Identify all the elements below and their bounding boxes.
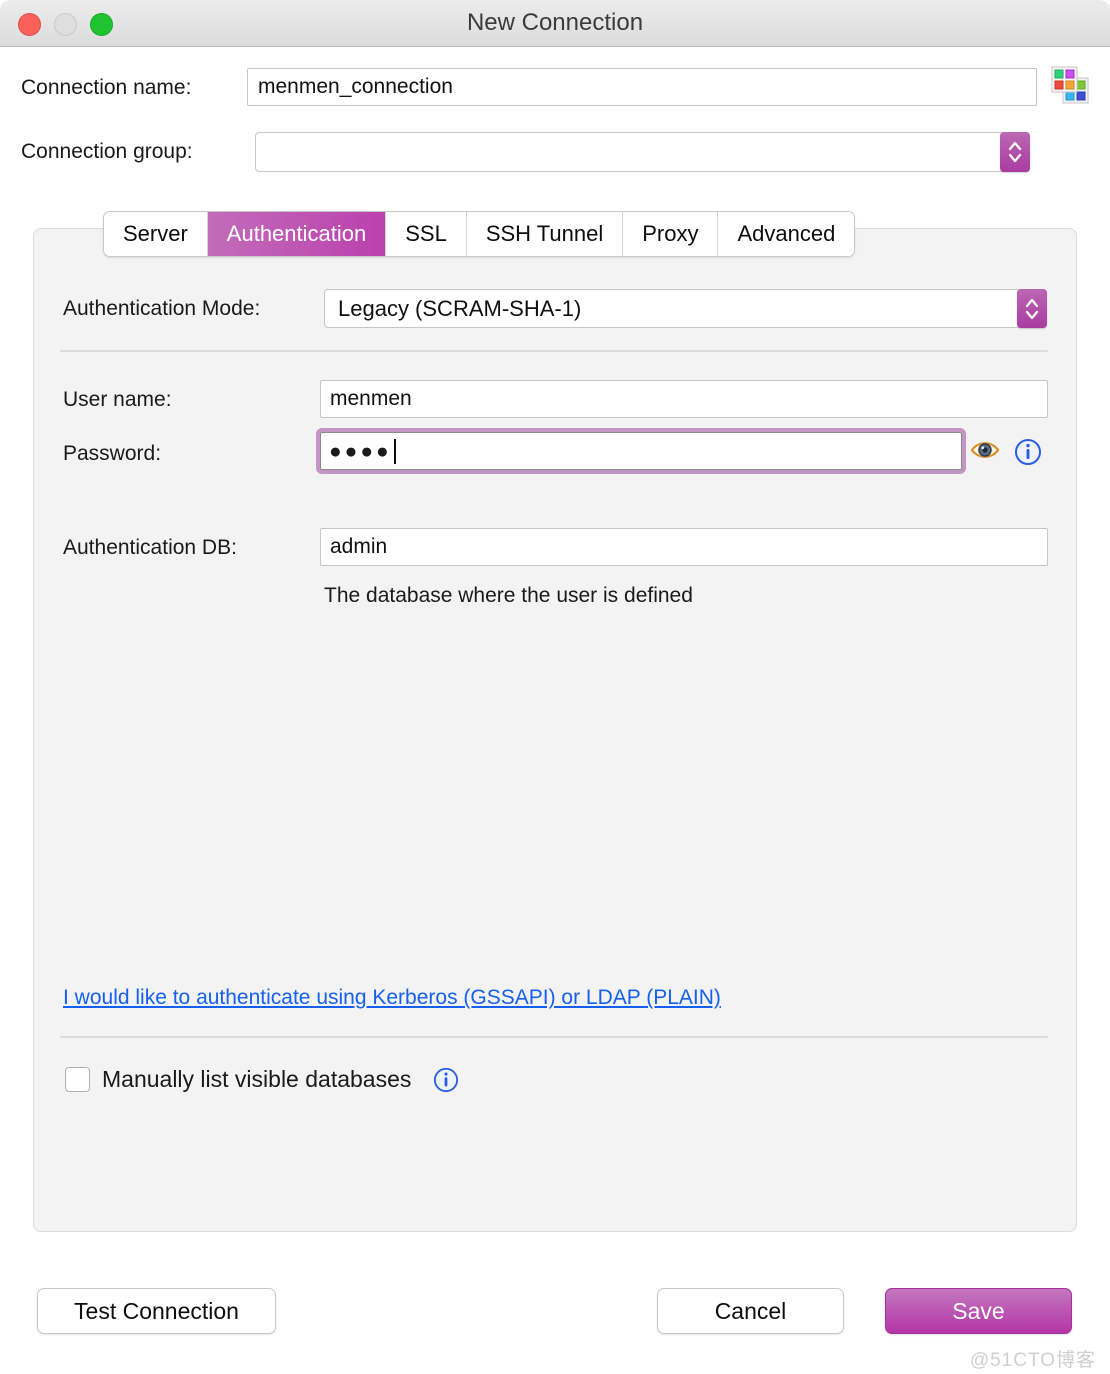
- divider-top: [60, 350, 1048, 352]
- tab-proxy[interactable]: Proxy: [623, 212, 719, 256]
- manually-list-databases-row[interactable]: Manually list visible databases: [65, 1066, 459, 1093]
- username-label: User name:: [63, 388, 172, 411]
- authentication-mode-label: Authentication Mode:: [63, 297, 261, 320]
- watermark: @51CTO博客: [969, 1350, 1096, 1371]
- password-input-inner[interactable]: ●●●●: [320, 432, 962, 470]
- kerberos-ldap-link[interactable]: I would like to authenticate using Kerbe…: [63, 986, 721, 1010]
- info-icon[interactable]: [1014, 438, 1042, 466]
- connection-name-input[interactable]: [247, 68, 1037, 106]
- password-label: Password:: [63, 442, 162, 465]
- authentication-mode-select[interactable]: Legacy (SCRAM-SHA-1): [324, 289, 1047, 328]
- cancel-button[interactable]: Cancel: [657, 1288, 844, 1334]
- test-connection-button[interactable]: Test Connection: [37, 1288, 276, 1334]
- info-icon[interactable]: [433, 1067, 459, 1093]
- new-connection-dialog: New Connection Connection name: Connecti…: [0, 0, 1110, 1374]
- manually-list-databases-checkbox[interactable]: [65, 1067, 90, 1092]
- authentication-mode-stepper[interactable]: [1017, 289, 1047, 328]
- connection-tab-bar: Server Authentication SSL SSH Tunnel Pro…: [103, 211, 856, 257]
- username-input[interactable]: [320, 380, 1048, 418]
- password-input[interactable]: ●●●●: [316, 428, 966, 474]
- tab-ssl[interactable]: SSL: [386, 212, 467, 256]
- eye-icon[interactable]: [970, 438, 1000, 462]
- tab-ssh-tunnel[interactable]: SSH Tunnel: [466, 212, 624, 256]
- divider-bottom: [60, 1036, 1048, 1038]
- title-bar: New Connection: [0, 0, 1110, 47]
- save-button[interactable]: Save: [885, 1288, 1072, 1334]
- tab-authentication[interactable]: Authentication: [207, 212, 387, 256]
- tab-advanced[interactable]: Advanced: [718, 212, 855, 256]
- connection-name-label: Connection name:: [21, 76, 192, 99]
- authentication-db-hint: The database where the user is defined: [324, 584, 693, 607]
- connection-group-select[interactable]: [255, 132, 1030, 172]
- connection-group-label: Connection group:: [21, 140, 193, 163]
- authentication-mode-value: Legacy (SCRAM-SHA-1): [338, 296, 582, 321]
- authentication-db-label: Authentication DB:: [63, 536, 237, 559]
- tab-server[interactable]: Server: [104, 212, 208, 256]
- connection-group-stepper[interactable]: [1000, 132, 1030, 172]
- window-title: New Connection: [466, 9, 644, 36]
- authentication-db-input[interactable]: [320, 528, 1048, 566]
- manually-list-databases-label: Manually list visible databases: [102, 1066, 412, 1092]
- text-caret: [393, 438, 396, 464]
- color-palette-icon[interactable]: [1051, 66, 1089, 106]
- password-masked-value: ●●●●: [329, 439, 392, 463]
